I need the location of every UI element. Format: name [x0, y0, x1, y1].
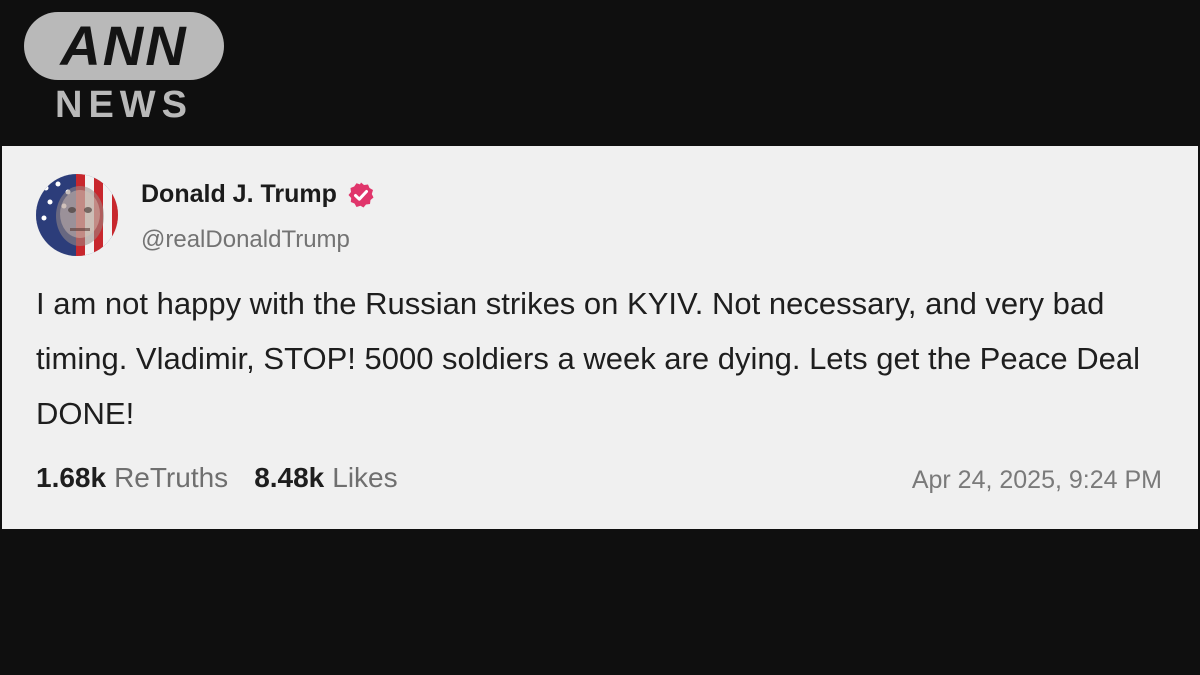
verified-badge-icon: [347, 181, 375, 209]
avatar-image: [36, 174, 118, 256]
author-row: Donald J. Trump: [141, 180, 375, 209]
retruths-count: 1.68k: [36, 462, 107, 493]
logo-ann-text: ANN: [60, 14, 188, 77]
logo-news-text: NEWS: [55, 84, 193, 126]
author-handle[interactable]: @realDonaldTrump: [141, 226, 350, 254]
likes-count: 8.48k: [254, 462, 325, 493]
retruths-stat[interactable]: 1.68k ReTruths: [36, 462, 228, 494]
likes-label: Likes: [332, 462, 398, 493]
screen: ANN NEWS Donald J. Trump @realDonaldTrum…: [0, 0, 1200, 675]
post-card: Donald J. Trump @realDonaldTrump I am no…: [2, 146, 1198, 529]
ann-news-logo: ANN NEWS: [24, 12, 224, 124]
retruths-label: ReTruths: [114, 462, 229, 493]
author-display-name[interactable]: Donald J. Trump: [141, 180, 337, 209]
logo-pill: ANN: [24, 12, 224, 80]
avatar[interactable]: [36, 174, 118, 256]
post-stats: 1.68k ReTruths 8.48k Likes: [36, 462, 398, 494]
likes-stat[interactable]: 8.48k Likes: [254, 462, 397, 494]
post-timestamp[interactable]: Apr 24, 2025, 9:24 PM: [912, 466, 1162, 495]
post-body: I am not happy with the Russian strikes …: [36, 286, 1140, 431]
